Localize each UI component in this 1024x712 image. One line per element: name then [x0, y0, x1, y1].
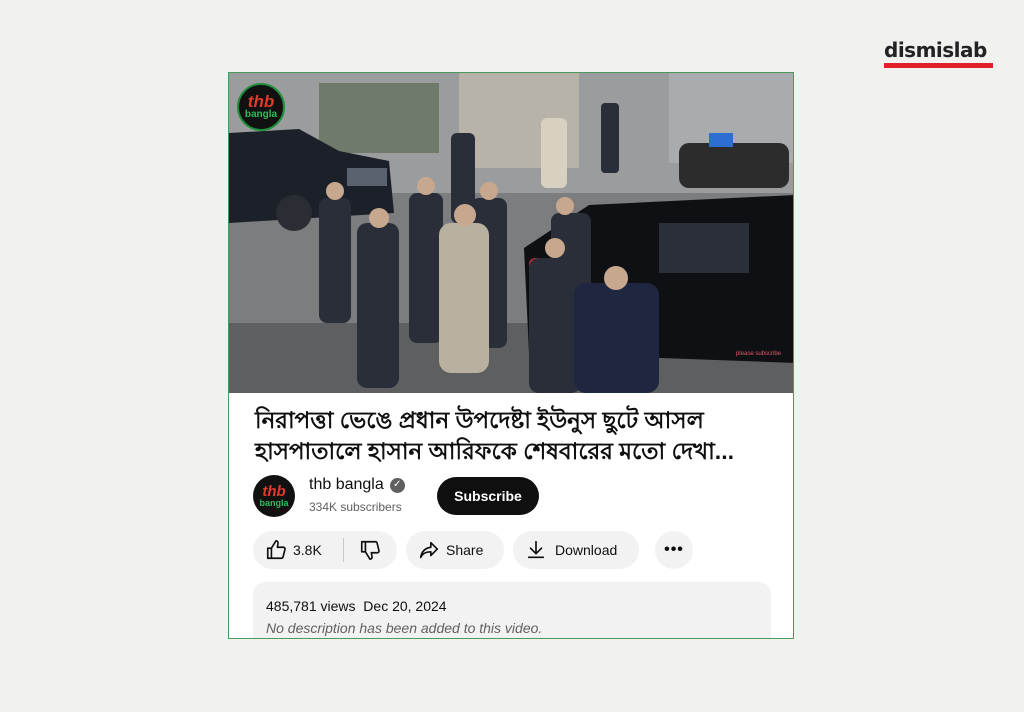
page: dismislab thb bangla please subscribe নি…	[0, 0, 1024, 712]
channel-name[interactable]: thb bangla	[309, 476, 384, 494]
subscribe-watermark: please subscribe	[735, 351, 781, 357]
share-label: Share	[446, 542, 484, 558]
avatar-top-text: thb	[262, 482, 286, 500]
thumbs-up-icon	[266, 540, 286, 560]
like-count: 3.8K	[293, 542, 322, 558]
description-box[interactable]: 485,781 views Dec 20, 2024 No descriptio…	[253, 582, 771, 638]
video-frame-scene	[229, 73, 793, 393]
description-text: No description has been added to this vi…	[266, 620, 543, 636]
verified-badge-icon: ✓	[389, 477, 405, 493]
share-button[interactable]: Share	[406, 531, 504, 569]
logo-underline	[884, 63, 993, 68]
video-title: নিরাপত্তা ভেঙে প্রধান উপদেষ্টা ইউনুস ছুট…	[255, 407, 734, 464]
more-options-button[interactable]: •••	[655, 531, 693, 569]
youtube-video-card: thb bangla please subscribe নিরাপত্তা ভে…	[228, 72, 794, 639]
download-button[interactable]: Download	[513, 531, 639, 569]
video-player[interactable]: thb bangla please subscribe	[229, 73, 793, 393]
upload-date: Dec 20, 2024	[363, 598, 447, 614]
channel-row: thb bangla thb bangla ✓ 334K subscribers…	[253, 473, 773, 519]
share-arrow-icon	[419, 541, 439, 559]
subscribe-button[interactable]: Subscribe	[437, 477, 539, 515]
logo-top-text: thb	[247, 92, 275, 111]
action-bar: 3.8K Share Download •••	[253, 531, 773, 569]
thb-bangla-watermark-logo: thb bangla	[237, 83, 285, 131]
dislike-button[interactable]	[344, 539, 396, 561]
dismislab-logo: dismislab	[884, 40, 994, 68]
thumbs-down-icon	[360, 540, 380, 560]
channel-avatar[interactable]: thb bangla	[253, 475, 295, 517]
download-label: Download	[555, 542, 618, 558]
logo-text: dismislab	[884, 38, 987, 62]
like-button[interactable]: 3.8K	[253, 539, 343, 561]
logo-bottom-text: bangla	[244, 109, 278, 120]
like-dislike-group: 3.8K	[253, 531, 397, 569]
download-icon	[527, 540, 545, 559]
more-icon: •••	[664, 541, 684, 558]
channel-name-wrap[interactable]: thb bangla ✓	[309, 476, 405, 494]
subscriber-count: 334K subscribers	[309, 500, 402, 514]
view-count: 485,781 views	[266, 598, 356, 614]
video-meta: 485,781 views Dec 20, 2024	[266, 598, 447, 614]
avatar-bottom-text: bangla	[259, 497, 289, 508]
